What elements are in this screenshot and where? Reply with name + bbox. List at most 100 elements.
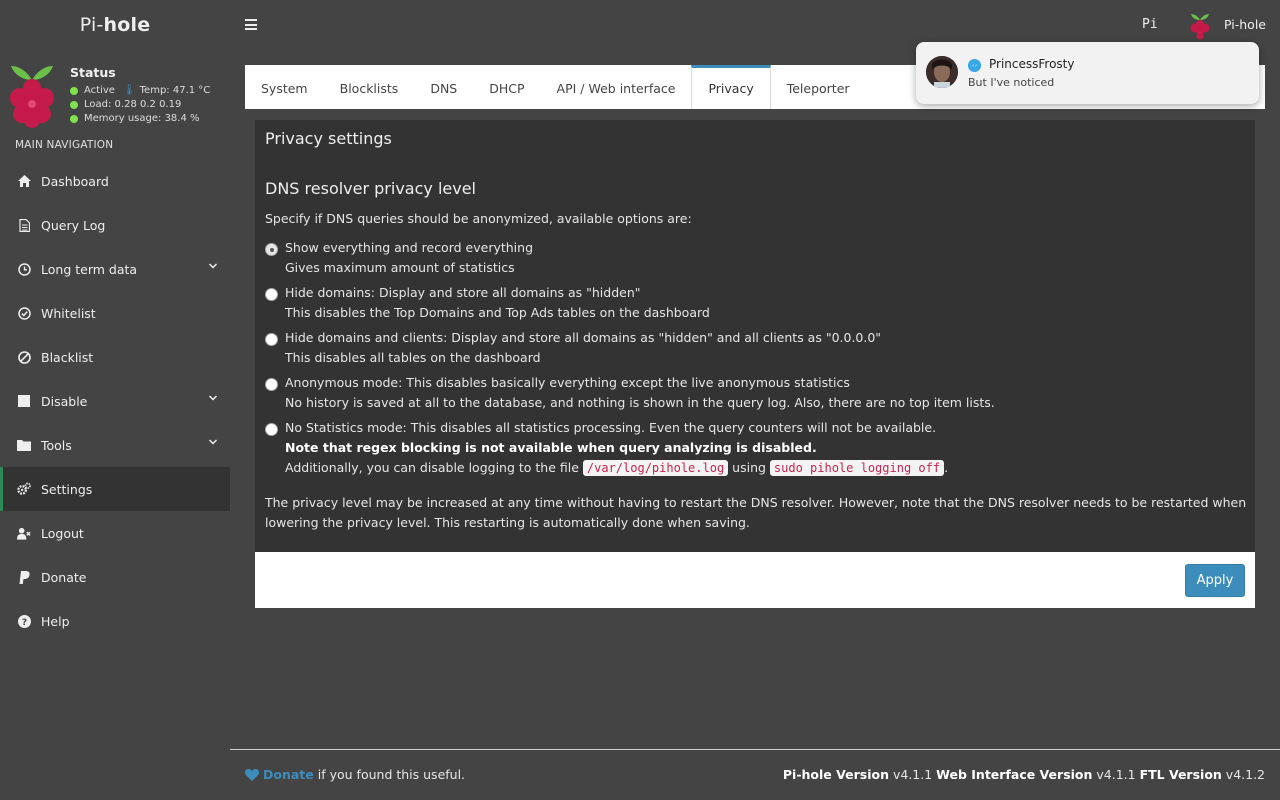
radio-hide-domains[interactable] (265, 288, 278, 301)
footer-donate: Donate if you found this useful. (245, 767, 465, 782)
radio-show-everything[interactable] (265, 243, 278, 256)
status-load-line: Load: 0.28 0.2 0.19 (70, 99, 181, 110)
privacy-settings-box: Privacy settings DNS resolver privacy le… (255, 120, 1255, 608)
avatar (926, 56, 958, 88)
check-circle-icon (17, 306, 31, 320)
status-dot-icon (70, 100, 78, 109)
status-active-line: Active 🌡 Temp: 47.1 °C (70, 85, 210, 96)
hostname: Pi (1142, 17, 1158, 32)
privacy-option[interactable]: Hide domains: Display and store all doma… (265, 285, 710, 323)
nav-item-settings[interactable]: Settings (0, 467, 230, 511)
question-icon: ? (17, 614, 31, 628)
option-label: Hide domains: Display and store all doma… (285, 285, 641, 300)
user-times-icon (17, 526, 31, 540)
nav-label: Blacklist (41, 349, 94, 365)
brand-logo[interactable]: Pi-hole (0, 0, 230, 50)
nav-label: Donate (41, 569, 87, 585)
brand-bold: hole (103, 14, 151, 36)
ban-icon (17, 350, 31, 364)
stop-icon (17, 394, 31, 408)
log-file-path: /var/log/pihole.log (582, 460, 729, 476)
clock-icon (17, 262, 31, 276)
extra-text: Additionally, you can disable logging to… (285, 460, 583, 475)
status-memory: Memory usage: 38.4 % (84, 113, 200, 124)
status-memory-line: Memory usage: 38.4 % (70, 113, 200, 124)
nav-item-help[interactable]: ? Help (0, 599, 230, 643)
extra-text: using (728, 460, 770, 475)
privacy-option[interactable]: Show everything and record everything Gi… (265, 240, 533, 278)
radio-hide-domains-and-clients[interactable] (265, 333, 278, 346)
tab-teleporter[interactable]: Teleporter (771, 65, 866, 109)
privacy-note: The privacy level may be increased at an… (265, 495, 1247, 530)
option-detail: This disables the Top Domains and Top Ad… (285, 305, 710, 320)
notification-toast[interactable]: PrincessFrosty But I've noticed (916, 42, 1259, 104)
notification-sender: PrincessFrosty (989, 57, 1075, 71)
nav-label: Query Log (41, 217, 106, 233)
status-temp: Temp: 47.1 °C (139, 85, 211, 96)
chevron-down-icon (208, 439, 218, 445)
raspberry-pi-user-icon[interactable] (1190, 12, 1210, 40)
nav-item-tools[interactable]: Tools (0, 423, 230, 467)
status-title: Status (70, 65, 116, 80)
section-title: DNS resolver privacy level (265, 179, 476, 198)
user-menu-label[interactable]: Pi-hole (1224, 17, 1266, 32)
privacy-option[interactable]: No Statistics mode: This disables all st… (265, 420, 948, 478)
tab-blocklists[interactable]: Blocklists (324, 65, 415, 109)
radio-no-statistics-mode[interactable] (265, 423, 278, 436)
nav-item-query-log[interactable]: Query Log (0, 203, 230, 247)
tab-dhcp[interactable]: DHCP (473, 65, 540, 109)
option-detail: No history is saved at all to the databa… (285, 395, 995, 410)
option-detail: This disables all tables on the dashboar… (285, 350, 541, 365)
status-active: Active (84, 85, 115, 96)
nav-label: Help (41, 613, 70, 629)
option-label: Anonymous mode: This disables basically … (285, 375, 850, 390)
status-load: Load: 0.28 0.2 0.19 (84, 99, 182, 110)
sidebar-toggle-button[interactable] (245, 19, 257, 31)
svg-text:?: ? (21, 618, 26, 628)
donate-link[interactable]: Donate (263, 767, 314, 782)
thermometer-icon: 🌡 (122, 85, 136, 96)
apply-button[interactable]: Apply (1185, 564, 1245, 597)
footer-divider (230, 749, 1280, 750)
tab-system[interactable]: System (245, 65, 324, 109)
nav-header: MAIN NAVIGATION (15, 139, 114, 151)
brand-pre: Pi- (79, 14, 104, 36)
nav-item-disable[interactable]: Disable (0, 379, 230, 423)
nav-item-blacklist[interactable]: Blacklist (0, 335, 230, 379)
paypal-icon (17, 570, 31, 584)
nav-item-whitelist[interactable]: Whitelist (0, 291, 230, 335)
status-panel: Status Active 🌡 Temp: 47.1 °C Load: 0.28… (0, 50, 230, 135)
tab-api-web-interface[interactable]: API / Web interface (541, 65, 692, 109)
logging-command: sudo pihole logging off (769, 460, 945, 476)
status-dot-icon (70, 114, 78, 123)
option-warning: Note that regex blocking is not availabl… (285, 440, 817, 455)
nav-label: Dashboard (41, 173, 109, 189)
nav-item-long-term-data[interactable]: Long term data (0, 247, 230, 291)
tab-privacy[interactable]: Privacy (691, 65, 771, 109)
donate-text: if you found this useful. (317, 767, 466, 782)
nav-item-donate[interactable]: Donate (0, 555, 230, 599)
raspberry-pi-logo-icon (10, 66, 54, 128)
pihole-version: v4.1.1 (892, 767, 933, 782)
option-label: No Statistics mode: This disables all st… (285, 420, 937, 435)
web-version-label: Web Interface Version (936, 767, 1093, 782)
messenger-icon (968, 59, 981, 72)
nav-item-dashboard[interactable]: Dashboard (0, 159, 230, 203)
folder-icon (17, 438, 31, 452)
ftl-version: v4.1.2 (1225, 767, 1265, 782)
nav-label: Disable (41, 393, 88, 409)
main-navigation: Dashboard Query Log Long term data White… (0, 159, 230, 643)
radio-anonymous-mode[interactable] (265, 378, 278, 391)
tab-dns[interactable]: DNS (414, 65, 473, 109)
heart-icon (245, 768, 259, 781)
option-extra: Additionally, you can disable logging to… (285, 458, 948, 478)
nav-label: Logout (41, 525, 84, 541)
pihole-version-label: Pi-hole Version (782, 767, 889, 782)
box-footer: Apply (255, 552, 1255, 608)
privacy-option[interactable]: Anonymous mode: This disables basically … (265, 375, 995, 413)
ftl-version-label: FTL Version (1139, 767, 1222, 782)
status-dot-icon (70, 86, 78, 95)
nav-item-logout[interactable]: Logout (0, 511, 230, 555)
nav-label: Whitelist (41, 305, 96, 321)
privacy-option[interactable]: Hide domains and clients: Display and st… (265, 330, 881, 368)
